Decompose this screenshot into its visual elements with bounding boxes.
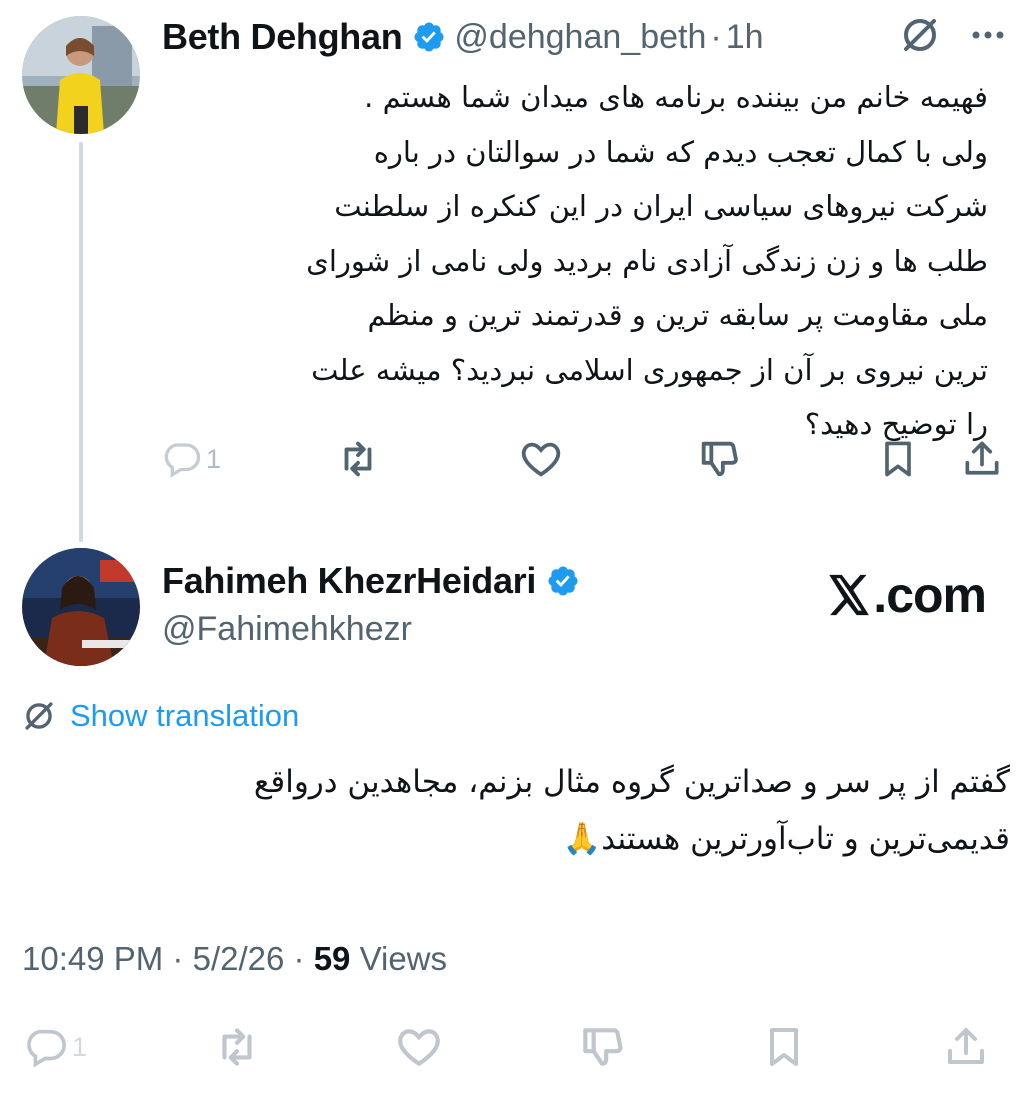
main-body: گفتم از پر سر و صداترین گروه مثال بزنم، …	[20, 754, 1010, 868]
avatar-fahimeh-khezrheidari[interactable]	[22, 548, 140, 666]
reply-time[interactable]: 1h	[726, 18, 764, 57]
retweet-button[interactable]	[335, 434, 381, 484]
like-icon	[398, 1029, 440, 1067]
reply-button[interactable]: 1	[160, 434, 221, 484]
reply-body-line: ملی مقاومت پر سابقه ترین و قدرتمند ترین …	[367, 298, 988, 332]
separator-dot: ·	[293, 940, 305, 977]
like-button[interactable]	[394, 1022, 444, 1072]
dislike-button[interactable]	[577, 1022, 627, 1072]
tweet-date[interactable]: 5/2/26	[193, 940, 285, 977]
main-body-line: گفتم از پر سر و صداترین گروه مثال بزنم، …	[253, 764, 1010, 800]
reply-icon	[164, 443, 201, 478]
x-logo-icon	[829, 574, 870, 616]
reply-icon	[27, 1029, 66, 1068]
tweet-meta: 10:49 PM · 5/2/26 · 59 Views	[22, 940, 447, 978]
dislike-icon	[583, 1028, 623, 1066]
views-count: 59	[313, 940, 351, 977]
verified-badge-icon	[412, 20, 446, 54]
x-com-brand: .com	[827, 566, 987, 624]
main-handle[interactable]: @Fahimehkhezr	[162, 610, 412, 649]
main-name-row: Fahimeh KhezrHeidari	[162, 560, 588, 602]
show-translation-link[interactable]: Show translation	[22, 698, 299, 734]
separator-dot: ·	[710, 17, 722, 56]
bookmark-icon	[885, 441, 911, 477]
share-icon	[948, 1028, 984, 1064]
translate-icon	[25, 702, 53, 730]
retweet-button[interactable]	[212, 1022, 262, 1072]
reply-body-line: طلب ها و زن زندگی آزادی نام بردید ولی نا…	[306, 243, 988, 278]
verified-badge-icon	[546, 564, 580, 598]
translate-icon[interactable]	[900, 15, 940, 60]
reply-display-name[interactable]: Beth Dehghan	[162, 16, 403, 58]
dislike-icon	[701, 441, 738, 477]
tweet-time[interactable]: 10:49 PM	[22, 940, 163, 977]
share-button[interactable]	[960, 434, 1004, 484]
avatar-beth-dehghan[interactable]	[22, 16, 140, 134]
show-translation-label: Show translation	[70, 698, 300, 733]
reply-body-line: ترین نیروی بر آن از جمهوری اسلامی نبردید…	[311, 352, 988, 387]
bookmark-button[interactable]	[760, 1022, 808, 1072]
views-label: Views	[359, 940, 448, 977]
like-button[interactable]	[518, 434, 564, 484]
reply-header-icons	[900, 14, 1006, 60]
more-icon[interactable]	[970, 28, 1006, 46]
reply-count: 1	[72, 1031, 88, 1062]
reply-body-line: فهیمه خانم من بیننده برنامه های میدان شم…	[364, 80, 988, 114]
dislike-button[interactable]	[696, 434, 742, 484]
reply-header: Beth Dehghan @dehghan_beth · 1h	[162, 14, 764, 60]
thread-connector-line	[79, 142, 83, 542]
reply-handle[interactable]: @dehghan_beth	[454, 18, 706, 57]
reply-body-line: ولی با کمال تعجب دیدم که شما در سوالتان …	[373, 134, 988, 169]
separator-dot: ·	[172, 940, 184, 977]
main-action-bar: 1	[22, 1022, 1006, 1076]
x-com-text: .com	[873, 567, 987, 623]
like-icon	[521, 442, 561, 477]
main-display-name[interactable]: Fahimeh KhezrHeidari	[162, 560, 536, 602]
bookmark-button[interactable]	[876, 434, 920, 484]
reply-action-bar: 1	[160, 434, 1006, 484]
retweet-icon	[222, 1028, 252, 1066]
reply-body: فهیمه خانم من بیننده برنامه های میدان شم…	[148, 70, 988, 452]
reply-body-line: شرکت نیروهای سیاسی ایران در این کنکره از…	[334, 189, 988, 223]
retweet-icon	[344, 441, 372, 477]
share-button[interactable]	[942, 1022, 990, 1072]
main-body-line: قدیمی‌ترین و تاب‌آورترین هستند🙏	[562, 821, 1010, 857]
share-icon	[965, 441, 999, 475]
reply-count: 1	[206, 443, 222, 474]
bookmark-icon	[770, 1028, 798, 1066]
reply-button[interactable]: 1	[22, 1022, 87, 1072]
